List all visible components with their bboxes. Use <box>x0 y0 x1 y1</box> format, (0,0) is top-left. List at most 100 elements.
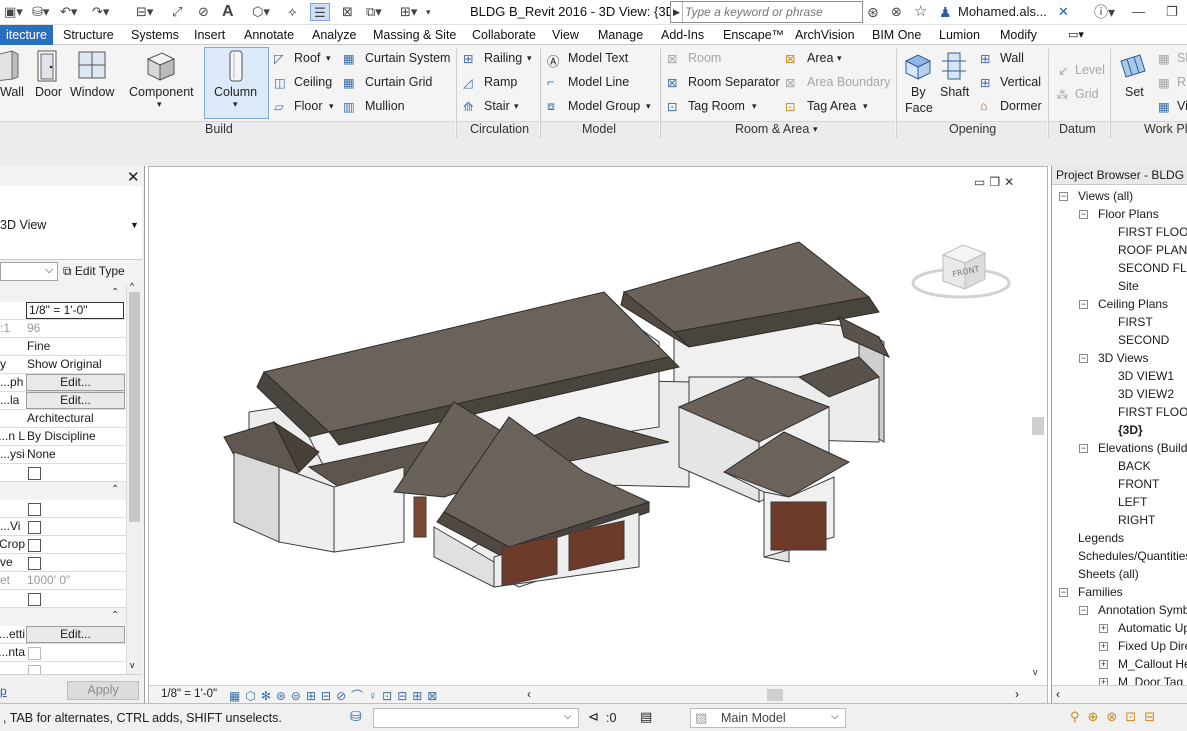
room-button[interactable]: Room <box>688 51 721 65</box>
properties-help-link[interactable]: p <box>0 684 7 698</box>
property-value[interactable]: 1000' 0" <box>27 573 125 587</box>
text-icon[interactable]: A <box>222 3 234 21</box>
property-row[interactable]: la... Edit... <box>0 392 126 410</box>
browser-node[interactable]: Automatic Up <box>1118 620 1187 638</box>
vertical-button[interactable]: Vertical <box>1000 75 1041 89</box>
switch-windows-icon[interactable]: ⧉▾ <box>366 3 382 21</box>
tab-view[interactable]: View <box>546 27 585 44</box>
shaft-button[interactable]: Shaft <box>940 85 969 99</box>
ref-plane-button[interactable]: R <box>1177 75 1186 89</box>
star-icon[interactable]: ☆ <box>914 3 927 21</box>
tag-area-button[interactable]: Tag Area <box>807 99 856 113</box>
edit-button[interactable]: Edit... <box>26 374 125 391</box>
minimize-icon[interactable]: — <box>1132 3 1145 21</box>
property-row[interactable]: etti...Edit... <box>0 626 126 644</box>
column-dropdown-icon[interactable]: ▾ <box>233 99 238 110</box>
column-button[interactable]: Column <box>214 85 257 99</box>
stair-button[interactable]: Stair <box>484 99 510 113</box>
3d-view-canvas[interactable]: ▭❐✕ FRONT v 1/8" = 1'-0" ▦⬡✻⊛⊜⊞⊟⊘⌒♀⊡⊟⊞⊠ … <box>148 166 1048 703</box>
browser-node[interactable]: Fixed Up Dire <box>1118 638 1187 656</box>
tab-massing-site[interactable]: Massing & Site <box>367 27 462 44</box>
property-row[interactable]: n L...By Discipline <box>0 428 126 446</box>
room-area-panel-title[interactable]: Room & Area <box>735 122 809 136</box>
tab-collaborate[interactable]: Collaborate <box>466 27 542 44</box>
tab-bim-one[interactable]: BIM One <box>866 27 927 44</box>
browser-node[interactable]: SECOND <box>1118 332 1169 350</box>
dormer-button[interactable]: Dormer <box>1000 99 1042 113</box>
customize-icon[interactable]: ⊞▾ <box>400 3 417 21</box>
property-row[interactable]: ysi... None <box>0 446 126 464</box>
edit-button[interactable]: Edit... <box>26 626 125 643</box>
building-model[interactable] <box>219 227 899 597</box>
browser-node[interactable]: ROOF PLAN <box>1118 242 1187 260</box>
ceiling-button[interactable]: Ceiling <box>294 75 332 89</box>
aligned-dimension-icon[interactable]: ⊘ <box>198 3 209 21</box>
property-row[interactable] <box>0 464 126 482</box>
set-button[interactable]: Set <box>1125 85 1144 99</box>
wall-button[interactable]: Wall <box>0 85 24 99</box>
browser-node[interactable]: {3D} <box>1118 422 1143 440</box>
section-icon[interactable]: ⟡ <box>288 3 297 21</box>
chevron-down-icon[interactable]: ⌵ <box>831 711 839 722</box>
railing-button[interactable]: Railing <box>484 51 522 65</box>
ribbon-minimize-icon[interactable]: ▭▾ <box>1062 27 1090 44</box>
binoculars-icon[interactable]: ⊛ <box>867 3 879 21</box>
tab-enscape[interactable]: Enscape™ <box>717 27 790 44</box>
browser-node[interactable]: RIGHT <box>1118 512 1155 530</box>
view-scale[interactable]: 1/8" = 1'-0" <box>161 688 217 700</box>
filter-icon[interactable]: ⊲ <box>588 709 599 725</box>
edit-button[interactable]: Edit... <box>26 392 125 409</box>
subscription-icon[interactable]: ⊗ <box>891 3 902 21</box>
view-window-controls[interactable]: ▭❐✕ <box>974 175 1018 189</box>
exchange-icon[interactable]: ✕ <box>1058 3 1069 21</box>
browser-node[interactable]: Sheets (all) <box>1078 566 1139 584</box>
grid-button[interactable]: Grid <box>1075 87 1099 101</box>
property-row[interactable]: et 1000' 0" <box>0 572 126 590</box>
scroll-right-icon[interactable]: › <box>1015 687 1019 701</box>
scroll-down-icon[interactable]: v <box>130 660 135 670</box>
property-checkbox[interactable] <box>28 521 41 534</box>
window-button[interactable]: Window <box>70 85 114 99</box>
properties-scrollbar[interactable]: ^ v <box>126 281 142 674</box>
browser-node[interactable]: Schedules/Quantities <box>1078 548 1187 566</box>
level-button[interactable]: Level <box>1075 63 1105 77</box>
tab-insert[interactable]: Insert <box>188 27 231 44</box>
collapse-node-icon[interactable]: − <box>1079 354 1088 363</box>
scroll-up-icon[interactable]: ^ <box>130 281 134 291</box>
collapse-node-icon[interactable]: − <box>1059 192 1068 201</box>
property-value[interactable]: Architectural <box>27 411 125 425</box>
tab-add-ins[interactable]: Add-Ins <box>655 27 710 44</box>
browser-node[interactable]: FIRST <box>1118 314 1153 332</box>
roof-button[interactable]: Roof <box>294 51 320 65</box>
area-boundary-button[interactable]: Area Boundary <box>807 75 890 89</box>
property-row[interactable]: y Show Original <box>0 356 126 374</box>
thin-lines-icon[interactable]: ☰ <box>310 3 330 21</box>
tab-archvision[interactable]: ArchVision <box>789 27 861 44</box>
tab-architecture[interactable]: itecture <box>0 25 53 45</box>
scrollbar-thumb[interactable] <box>767 689 783 701</box>
chevron-down-icon[interactable]: ⌵ <box>45 264 53 277</box>
window-icon[interactable] <box>76 49 108 83</box>
property-row[interactable]: ve <box>0 554 126 572</box>
tab-manage[interactable]: Manage <box>592 27 649 44</box>
qat-dropdown-icon[interactable]: ▾ <box>426 3 431 21</box>
property-checkbox[interactable] <box>28 503 41 516</box>
close-hidden-icon[interactable]: ⊠ <box>342 3 353 21</box>
view-scale-field[interactable]: 1/8" = 1'-0" <box>26 302 124 319</box>
print-icon[interactable]: ⊟▾ <box>136 3 153 21</box>
tag-room-button[interactable]: Tag Room <box>688 99 745 113</box>
component-dropdown-icon[interactable]: ▾ <box>157 99 162 110</box>
selection-toggle-icons[interactable]: ⚲⊕⊗⊡⊟ <box>1070 709 1163 725</box>
search-expand-icon[interactable]: ▶ <box>671 2 683 22</box>
area-button[interactable]: Area <box>807 51 833 65</box>
3d-view-icon[interactable]: ⬡▾ <box>252 3 270 21</box>
editing-requests-icon[interactable]: ▤ <box>640 709 652 725</box>
tag-area-dropdown-icon[interactable]: ▾ <box>863 101 868 112</box>
workset-selector[interactable]: ⌵ <box>373 708 579 728</box>
model-group-button[interactable]: Model Group <box>568 99 640 113</box>
column-icon[interactable] <box>224 49 248 83</box>
collapse-node-icon[interactable]: − <box>1079 444 1088 453</box>
floor-dropdown-icon[interactable]: ▾ <box>329 101 334 112</box>
browser-node[interactable]: Floor Plans <box>1098 206 1159 224</box>
wall-icon[interactable] <box>0 49 20 83</box>
